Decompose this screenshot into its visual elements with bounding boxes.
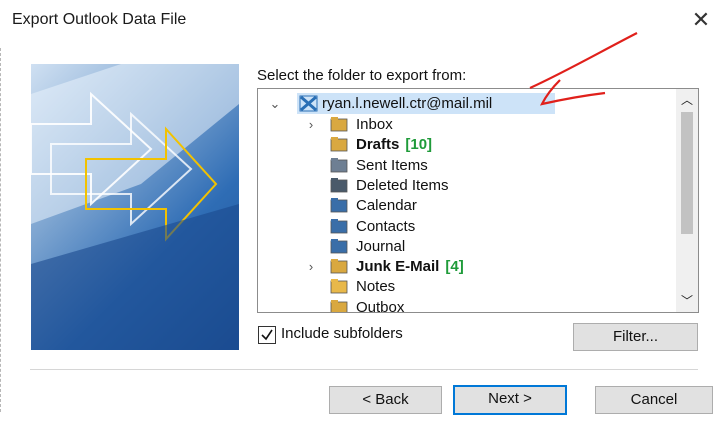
folder-label: Contacts (356, 217, 416, 235)
account-icon (299, 95, 318, 112)
folder-tree[interactable]: ⌄ ryan.l.newell.ctr@mail.mil › Inbox Draft… (257, 88, 699, 313)
next-button[interactable]: Next > (453, 385, 567, 415)
tree-row-folder[interactable]: Sent Items (258, 155, 676, 176)
chevron-right-icon[interactable]: › (304, 256, 318, 277)
divider (30, 369, 698, 370)
filter-button[interactable]: Filter... (573, 323, 698, 351)
folder-label: Calendar (356, 197, 417, 215)
tree-row-folder[interactable]: Journal (258, 236, 676, 257)
outbox-icon (330, 299, 348, 312)
journal-icon (330, 238, 348, 254)
notes-icon (330, 279, 348, 294)
tree-row-folder[interactable]: Deleted Items (258, 175, 676, 196)
chevron-down-icon[interactable]: ⌄ (268, 93, 282, 114)
title-bar: Export Outlook Data File ✕ (0, 0, 725, 40)
tree-row-account[interactable]: ⌄ ryan.l.newell.ctr@mail.mil (258, 93, 676, 114)
chevron-right-icon[interactable]: › (304, 114, 318, 135)
calendar-icon (330, 198, 348, 213)
tree-row-folder[interactable]: Notes (258, 276, 676, 297)
close-icon[interactable]: ✕ (687, 6, 715, 34)
tree-row-folder[interactable]: Drafts [10] (258, 134, 676, 155)
export-prompt-label: Select the folder to export from: (257, 67, 467, 84)
tree-row-folder[interactable]: Calendar (258, 195, 676, 216)
contacts-icon (330, 218, 348, 233)
junk-icon (330, 259, 348, 274)
tree-row-folder[interactable]: Outbox (258, 297, 676, 313)
unread-count: [10] (405, 136, 433, 154)
account-email: ryan.l.newell.ctr@mail.mil (322, 95, 493, 112)
folder-label: Deleted Items (356, 176, 449, 194)
folder-label: Outbox (356, 298, 405, 313)
arrows-graphic (31, 64, 239, 350)
folder-label: Journal (356, 237, 406, 255)
folder-label: Inbox (356, 116, 393, 133)
scroll-up-icon[interactable]: ︿ (676, 91, 698, 109)
tree-row-folder[interactable]: Contacts (258, 216, 676, 237)
trash-icon (330, 177, 348, 193)
back-button[interactable]: < Back (329, 386, 442, 414)
folder-label: Junk E-Mail [4] (356, 258, 464, 276)
checkmark-icon (261, 329, 273, 341)
tree-row-folder[interactable]: › Inbox (258, 114, 676, 135)
checkbox-box[interactable] (258, 326, 276, 344)
include-subfolders-label: Include subfolders (281, 325, 403, 342)
folder-label: Drafts [10] (356, 136, 433, 154)
wizard-banner (31, 64, 239, 350)
unread-count: [4] (445, 258, 464, 276)
folder-label: Notes (356, 278, 396, 296)
folder-label: Sent Items (356, 156, 428, 174)
export-outlook-dialog: Export Outlook Data File ✕ Select the fo… (0, 0, 725, 422)
background-edge (0, 48, 6, 412)
drafts-icon (330, 137, 348, 152)
scroll-down-icon[interactable]: ﹀ (676, 292, 698, 310)
tree-row-folder[interactable]: › Junk E-Mail [4] (258, 256, 676, 277)
cancel-button[interactable]: Cancel (595, 386, 713, 414)
inbox-icon (330, 117, 348, 132)
dialog-title: Export Outlook Data File (12, 11, 187, 28)
vertical-scrollbar[interactable]: ︿ ﹀ (676, 89, 698, 312)
sent-icon (330, 157, 348, 172)
scroll-thumb[interactable] (681, 112, 693, 234)
